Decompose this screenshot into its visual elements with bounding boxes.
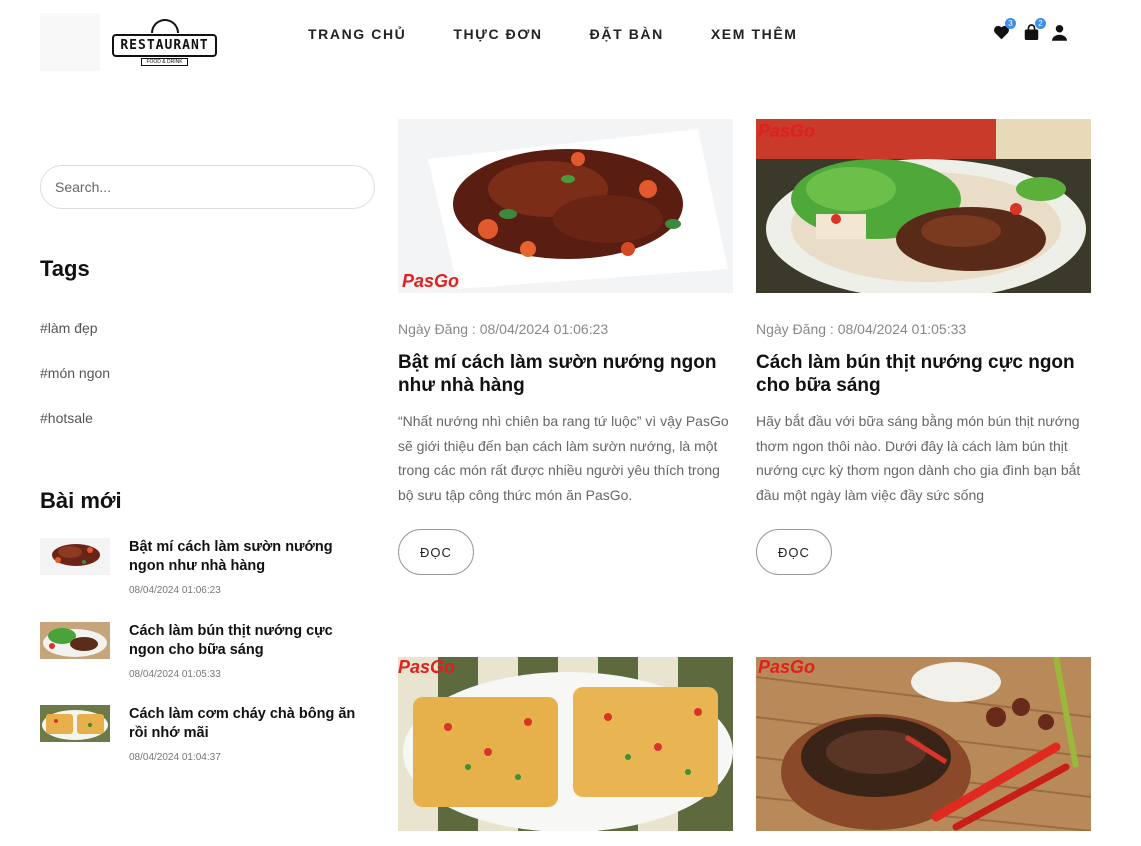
nav-menu[interactable]: THỰC ĐƠN	[453, 26, 542, 42]
tags-heading: Tags	[40, 256, 90, 281]
clay-pot-fish-image	[756, 657, 1091, 831]
post-date: Ngày Đăng : 08/04/2024 01:05:33	[756, 321, 967, 337]
post-image[interactable]: PasGo	[756, 657, 1091, 831]
recent-post-thumbnail	[40, 622, 110, 659]
post-title[interactable]: Cách làm bún thịt nướng cực ngon cho bữa…	[756, 351, 1091, 397]
tag-link-lam-dep[interactable]: #làm đẹp	[40, 320, 98, 336]
pasgo-watermark: PasGo	[758, 657, 816, 677]
account-button[interactable]	[1050, 22, 1068, 42]
recent-post-date: 08/04/2024 01:05:33	[129, 669, 221, 680]
restaurant-logo[interactable]: RESTAURANT FOOD & DRINK	[100, 13, 229, 71]
post-image[interactable]: PasGo	[398, 657, 733, 831]
recent-post-thumbnail	[40, 538, 110, 575]
main-nav: TRANG CHỦ THỰC ĐƠN ĐẶT BÀN XEM THÊM	[308, 26, 845, 42]
post-title[interactable]: Bật mí cách làm sườn nướng ngon như nhà …	[398, 351, 733, 397]
logo-tagline: FOOD & DRINK	[141, 57, 188, 66]
recent-post-item[interactable]: Bật mí cách làm sườn nướng ngon như nhà …	[40, 538, 375, 608]
tag-link-mon-ngon[interactable]: #món ngon	[40, 365, 110, 381]
com-chay-image	[398, 657, 733, 831]
wishlist-button[interactable]: 3	[992, 18, 1016, 42]
post-card: PasGo Ngày Đăng : 08/04/2024 01:06:23 Bậ…	[398, 119, 733, 575]
wishlist-count-badge: 3	[1005, 18, 1016, 29]
read-more-button[interactable]: ĐỌC	[756, 529, 832, 575]
chef-hat-icon	[150, 18, 179, 33]
post-date: Ngày Đăng : 08/04/2024 01:06:23	[398, 321, 609, 337]
pasgo-watermark: PasGo	[402, 271, 460, 291]
post-card: PasGo	[756, 657, 1091, 831]
pasgo-watermark: PasGo	[758, 121, 816, 141]
recent-post-title[interactable]: Cách làm bún thịt nướng cực ngon cho bữa…	[129, 622, 359, 660]
post-image[interactable]: PasGo	[398, 119, 733, 293]
read-more-button[interactable]: ĐỌC	[398, 529, 474, 575]
header-actions: 3 2	[992, 18, 1068, 42]
nav-home[interactable]: TRANG CHỦ	[308, 26, 406, 42]
recent-post-title[interactable]: Bật mí cách làm sườn nướng ngon như nhà …	[129, 538, 359, 576]
post-excerpt: Hãy bắt đầu với bữa sáng bằng món bún th…	[756, 413, 1081, 503]
logo-text: RESTAURANT	[112, 33, 217, 57]
bun-thit-nuong-image	[756, 119, 1091, 293]
recent-post-item[interactable]: Cách làm cơm cháy chà bông ăn rồi nhớ mã…	[40, 705, 375, 775]
recent-post-item[interactable]: Cách làm bún thịt nướng cực ngon cho bữa…	[40, 622, 375, 692]
post-image[interactable]: PasGo	[756, 119, 1091, 293]
logo-area[interactable]: RESTAURANT FOOD & DRINK	[40, 13, 229, 71]
recent-posts-heading: Bài mới	[40, 488, 122, 513]
recent-post-title[interactable]: Cách làm cơm cháy chà bông ăn rồi nhớ mã…	[129, 705, 359, 743]
cart-button[interactable]: 2	[1022, 18, 1046, 42]
recent-post-date: 08/04/2024 01:04:37	[129, 752, 221, 763]
post-card: PasGo	[398, 657, 733, 831]
search-input[interactable]	[40, 165, 375, 209]
tag-link-hotsale[interactable]: #hotsale	[40, 410, 93, 426]
pasgo-watermark: PasGo	[398, 657, 456, 677]
nav-booking[interactable]: ĐẶT BÀN	[590, 26, 664, 42]
nav-more[interactable]: XEM THÊM	[711, 26, 798, 42]
post-excerpt: “Nhất nướng nhì chiên ba rang tứ luộc” v…	[398, 413, 729, 503]
grilled-ribs-image	[398, 119, 733, 293]
user-icon	[1051, 24, 1067, 41]
recent-post-date: 08/04/2024 01:06:23	[129, 585, 221, 596]
recent-post-thumbnail	[40, 705, 110, 742]
cart-count-badge: 2	[1035, 18, 1046, 29]
post-card: PasGo Ngày Đăng : 08/04/2024 01:05:33 Cá…	[756, 119, 1091, 575]
